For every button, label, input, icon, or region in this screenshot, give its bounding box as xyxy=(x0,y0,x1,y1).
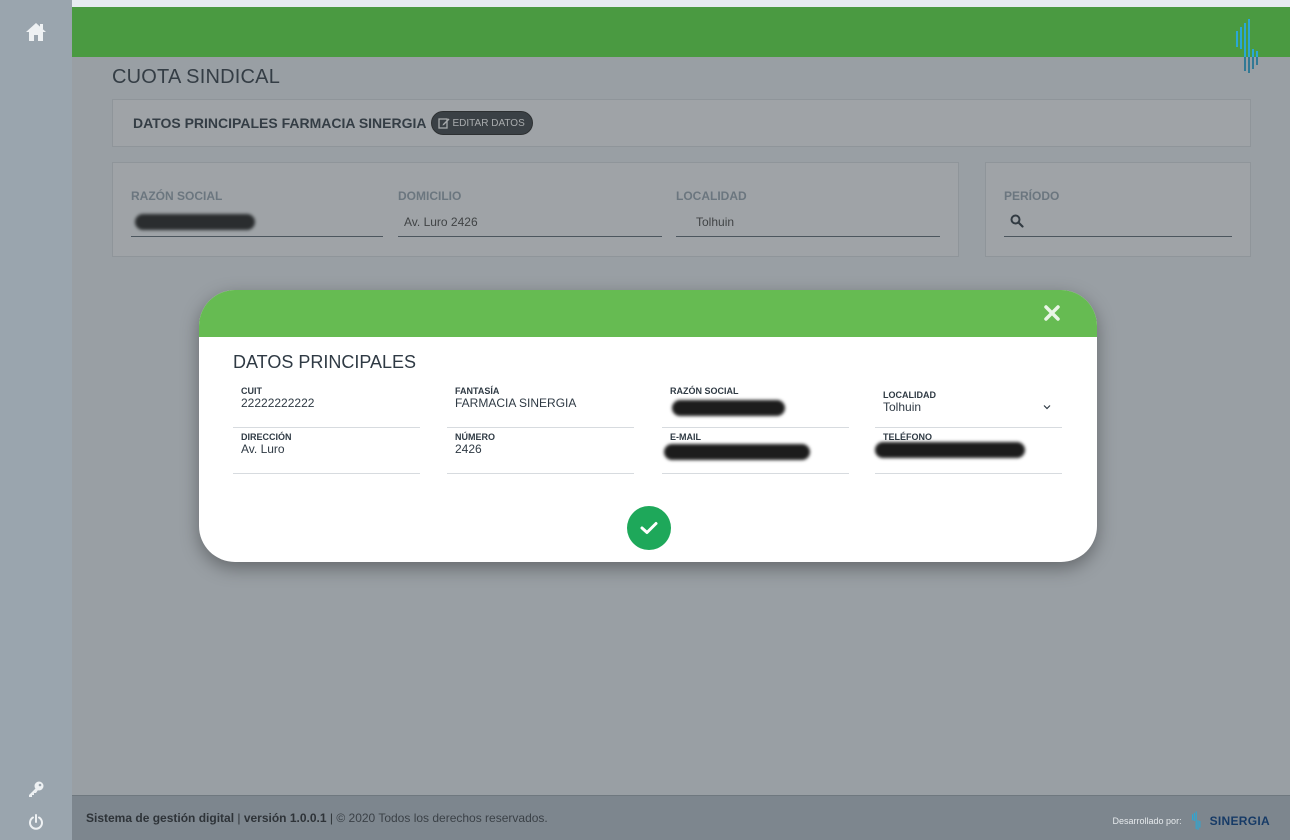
sinergia-logo-icon xyxy=(1191,811,1200,830)
telefono-field[interactable]: TELÉFONO xyxy=(875,428,1062,474)
direccion-value: Av. Luro xyxy=(241,442,285,456)
datos-principales-modal: DATOS PRINCIPALES CUIT 22222222222 FANTA… xyxy=(199,290,1097,562)
key-icon[interactable] xyxy=(24,777,48,801)
brand-name: SINERGIA xyxy=(1209,814,1270,828)
close-icon[interactable] xyxy=(1043,304,1061,322)
redacted-value xyxy=(875,442,1025,458)
razon-social-modal-label: RAZÓN SOCIAL xyxy=(670,386,739,396)
footer-system: Sistema de gestión digital xyxy=(86,811,235,825)
top-bar xyxy=(72,7,1290,73)
fantasia-label: FANTASÍA xyxy=(455,386,500,396)
home-icon[interactable] xyxy=(24,20,48,44)
fantasia-field[interactable]: FANTASÍA FARMACIA SINERGIA xyxy=(447,382,634,428)
cuit-field[interactable]: CUIT 22222222222 xyxy=(233,382,420,428)
email-label: E-MAIL xyxy=(670,432,701,442)
localidad-modal-label: LOCALIDAD xyxy=(883,390,936,400)
footer-rights: © 2020 Todos los derechos reservados. xyxy=(336,811,548,825)
direccion-field[interactable]: DIRECCIÓN Av. Luro xyxy=(233,428,420,474)
modal-header xyxy=(199,290,1097,337)
confirm-button[interactable] xyxy=(627,506,671,550)
redacted-value xyxy=(672,400,785,416)
localidad-select[interactable]: LOCALIDAD Tolhuin xyxy=(875,382,1062,428)
modal-title: DATOS PRINCIPALES xyxy=(233,352,417,372)
numero-value: 2426 xyxy=(455,442,482,456)
email-field[interactable]: E-MAIL xyxy=(662,428,849,474)
redacted-value xyxy=(664,444,810,460)
numero-field[interactable]: NÚMERO 2426 xyxy=(447,428,634,474)
footer-separator: | xyxy=(326,811,337,825)
direccion-label: DIRECCIÓN xyxy=(241,432,292,442)
fantasia-value: FARMACIA SINERGIA xyxy=(455,396,577,410)
telefono-label: TELÉFONO xyxy=(883,432,932,442)
sidebar xyxy=(0,0,72,840)
localidad-modal-value: Tolhuin xyxy=(883,400,922,414)
footer-brand: Desarrollado por: SINERGIA xyxy=(1113,810,1270,832)
cuit-label: CUIT xyxy=(241,386,262,396)
numero-label: NÚMERO xyxy=(455,432,495,442)
developed-by-label: Desarrollado por: xyxy=(1112,816,1182,826)
power-icon[interactable] xyxy=(24,810,48,834)
cuit-value: 22222222222 xyxy=(241,396,315,410)
razon-social-modal-field[interactable]: RAZÓN SOCIAL xyxy=(662,382,849,428)
footer-version: versión 1.0.0.1 xyxy=(243,811,327,825)
check-icon xyxy=(640,522,658,534)
footer-separator: | xyxy=(234,811,244,825)
footer: Sistema de gestión digital | versión 1.0… xyxy=(72,795,1290,840)
chevron-down-icon xyxy=(1043,405,1051,410)
